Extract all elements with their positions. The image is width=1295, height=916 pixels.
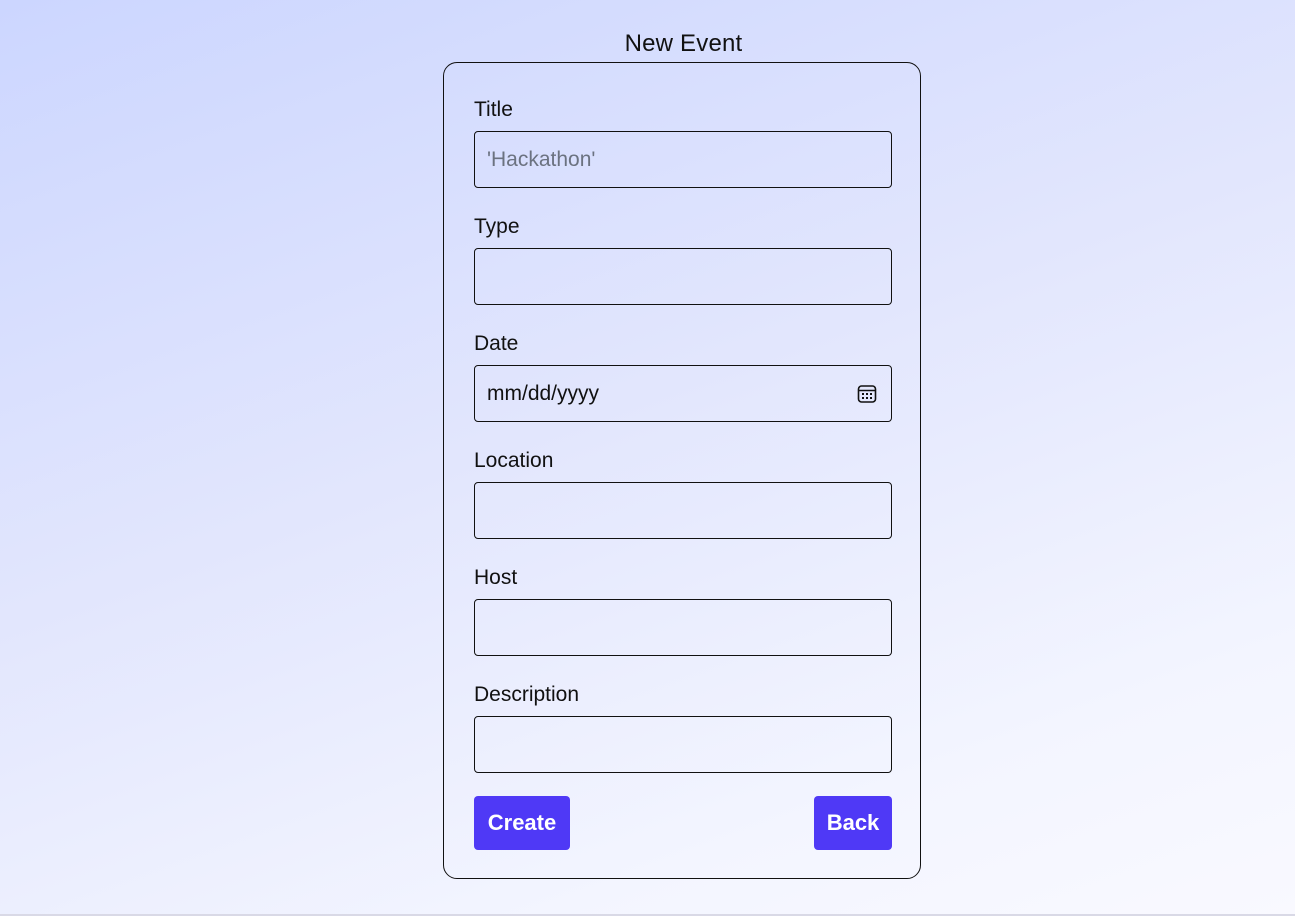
host-label: Host xyxy=(474,566,518,589)
create-button[interactable]: Create xyxy=(474,796,570,850)
type-label: Type xyxy=(474,215,520,238)
page-title-text: New Event xyxy=(624,30,743,57)
date-label: Date xyxy=(474,332,519,355)
location-label: Location xyxy=(474,449,554,472)
title-input[interactable] xyxy=(474,131,892,188)
description-label: Description xyxy=(474,683,580,706)
description-input[interactable] xyxy=(474,716,892,773)
location-field-group: Location xyxy=(474,447,892,539)
location-input[interactable] xyxy=(474,482,892,539)
back-button[interactable]: Back xyxy=(814,796,892,850)
description-field-group: Description xyxy=(474,681,892,773)
page-title: New Event xyxy=(0,30,1295,58)
date-placeholder: mm/dd/yyyy xyxy=(487,381,600,405)
title-label: Title xyxy=(474,98,513,121)
host-field-group: Host xyxy=(474,564,892,656)
date-input[interactable]: mm/dd/yyyy xyxy=(474,365,892,422)
calendar-icon[interactable] xyxy=(856,383,878,405)
type-field-group: Type xyxy=(474,213,892,305)
title-field-group: Title xyxy=(474,96,892,188)
date-field-group: Date mm/dd/yyyy xyxy=(474,330,892,422)
new-event-form: Title Type Date mm/dd/yyyy xyxy=(443,62,921,879)
type-input[interactable] xyxy=(474,248,892,305)
host-input[interactable] xyxy=(474,599,892,656)
